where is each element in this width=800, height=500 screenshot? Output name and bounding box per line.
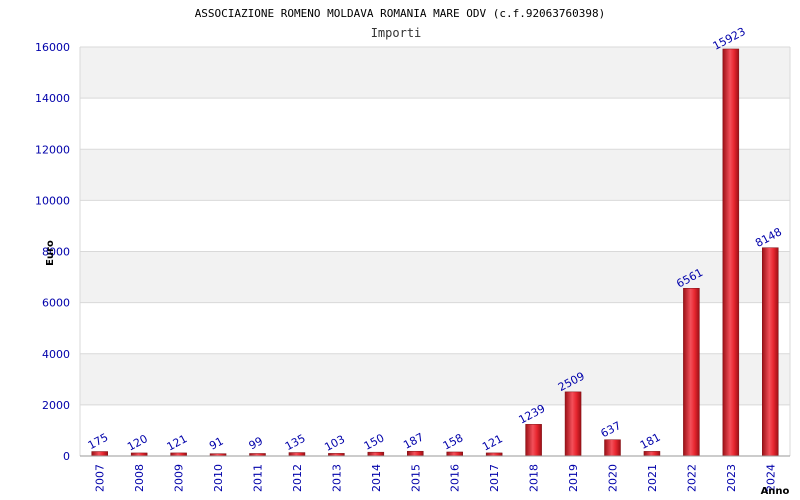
- y-tick-label: 10000: [35, 194, 70, 207]
- y-tick-label: 12000: [35, 143, 70, 156]
- y-tick-label: 14000: [35, 92, 70, 105]
- y-tick-label: 16000: [35, 41, 70, 54]
- x-tick-label-2022: 2022: [685, 464, 698, 492]
- x-tick-label-2023: 2023: [725, 464, 738, 492]
- x-axis-ticks: 2007 2008 2009 2010 2011 2012 2013 2014 2015 2016…: [94, 464, 778, 492]
- x-axis-label: Anno: [761, 486, 790, 497]
- bar-2018: [525, 424, 542, 457]
- x-tick-label-2016: 2016: [449, 464, 462, 492]
- bar-2020: [604, 439, 621, 457]
- bar-2007: [91, 451, 108, 457]
- chart-subtitle: Importi: [371, 26, 422, 40]
- bar-2012: [288, 452, 306, 457]
- bar-2021: [643, 451, 661, 457]
- x-tick-label-2014: 2014: [370, 464, 383, 492]
- y-tick-label: 4000: [42, 348, 70, 361]
- x-tick-label-2021: 2021: [646, 464, 659, 492]
- x-tick-label-2011: 2011: [252, 464, 265, 492]
- bar-2019: [564, 391, 582, 457]
- x-tick-label-2008: 2008: [133, 464, 146, 492]
- y-tick-label: 6000: [42, 297, 70, 310]
- x-tick-label-2010: 2010: [212, 464, 225, 492]
- bar-2024: [762, 247, 779, 457]
- x-tick-label-2019: 2019: [567, 464, 580, 492]
- plot-band: [80, 200, 790, 252]
- bar-2016: [446, 451, 463, 457]
- x-tick-label-2013: 2013: [330, 464, 343, 492]
- plot-band: [80, 47, 790, 99]
- bar-2015: [407, 450, 424, 457]
- bar-2022: [683, 288, 700, 457]
- chart-title: ASSOCIAZIONE ROMENO MOLDAVA ROMANIA MARE…: [195, 7, 606, 20]
- bar-2014: [367, 451, 385, 457]
- x-tick-label-2018: 2018: [528, 464, 541, 492]
- x-tick-label-2012: 2012: [291, 464, 304, 492]
- x-tick-label-2017: 2017: [488, 464, 501, 492]
- y-axis-label: Euro: [45, 240, 56, 266]
- chart: ASSOCIAZIONE ROMENO MOLDAVA ROMANIA MARE…: [35, 7, 791, 497]
- x-tick-label-2009: 2009: [173, 464, 186, 492]
- plot-band: [80, 98, 790, 150]
- bar-2023: [722, 48, 740, 457]
- x-tick-label-2015: 2015: [409, 464, 422, 492]
- x-tick-label-2020: 2020: [607, 464, 620, 492]
- y-tick-label: 0: [63, 450, 70, 463]
- y-tick-label: 2000: [42, 399, 70, 412]
- plot-band: [80, 149, 790, 201]
- x-tick-label-2007: 2007: [94, 464, 107, 492]
